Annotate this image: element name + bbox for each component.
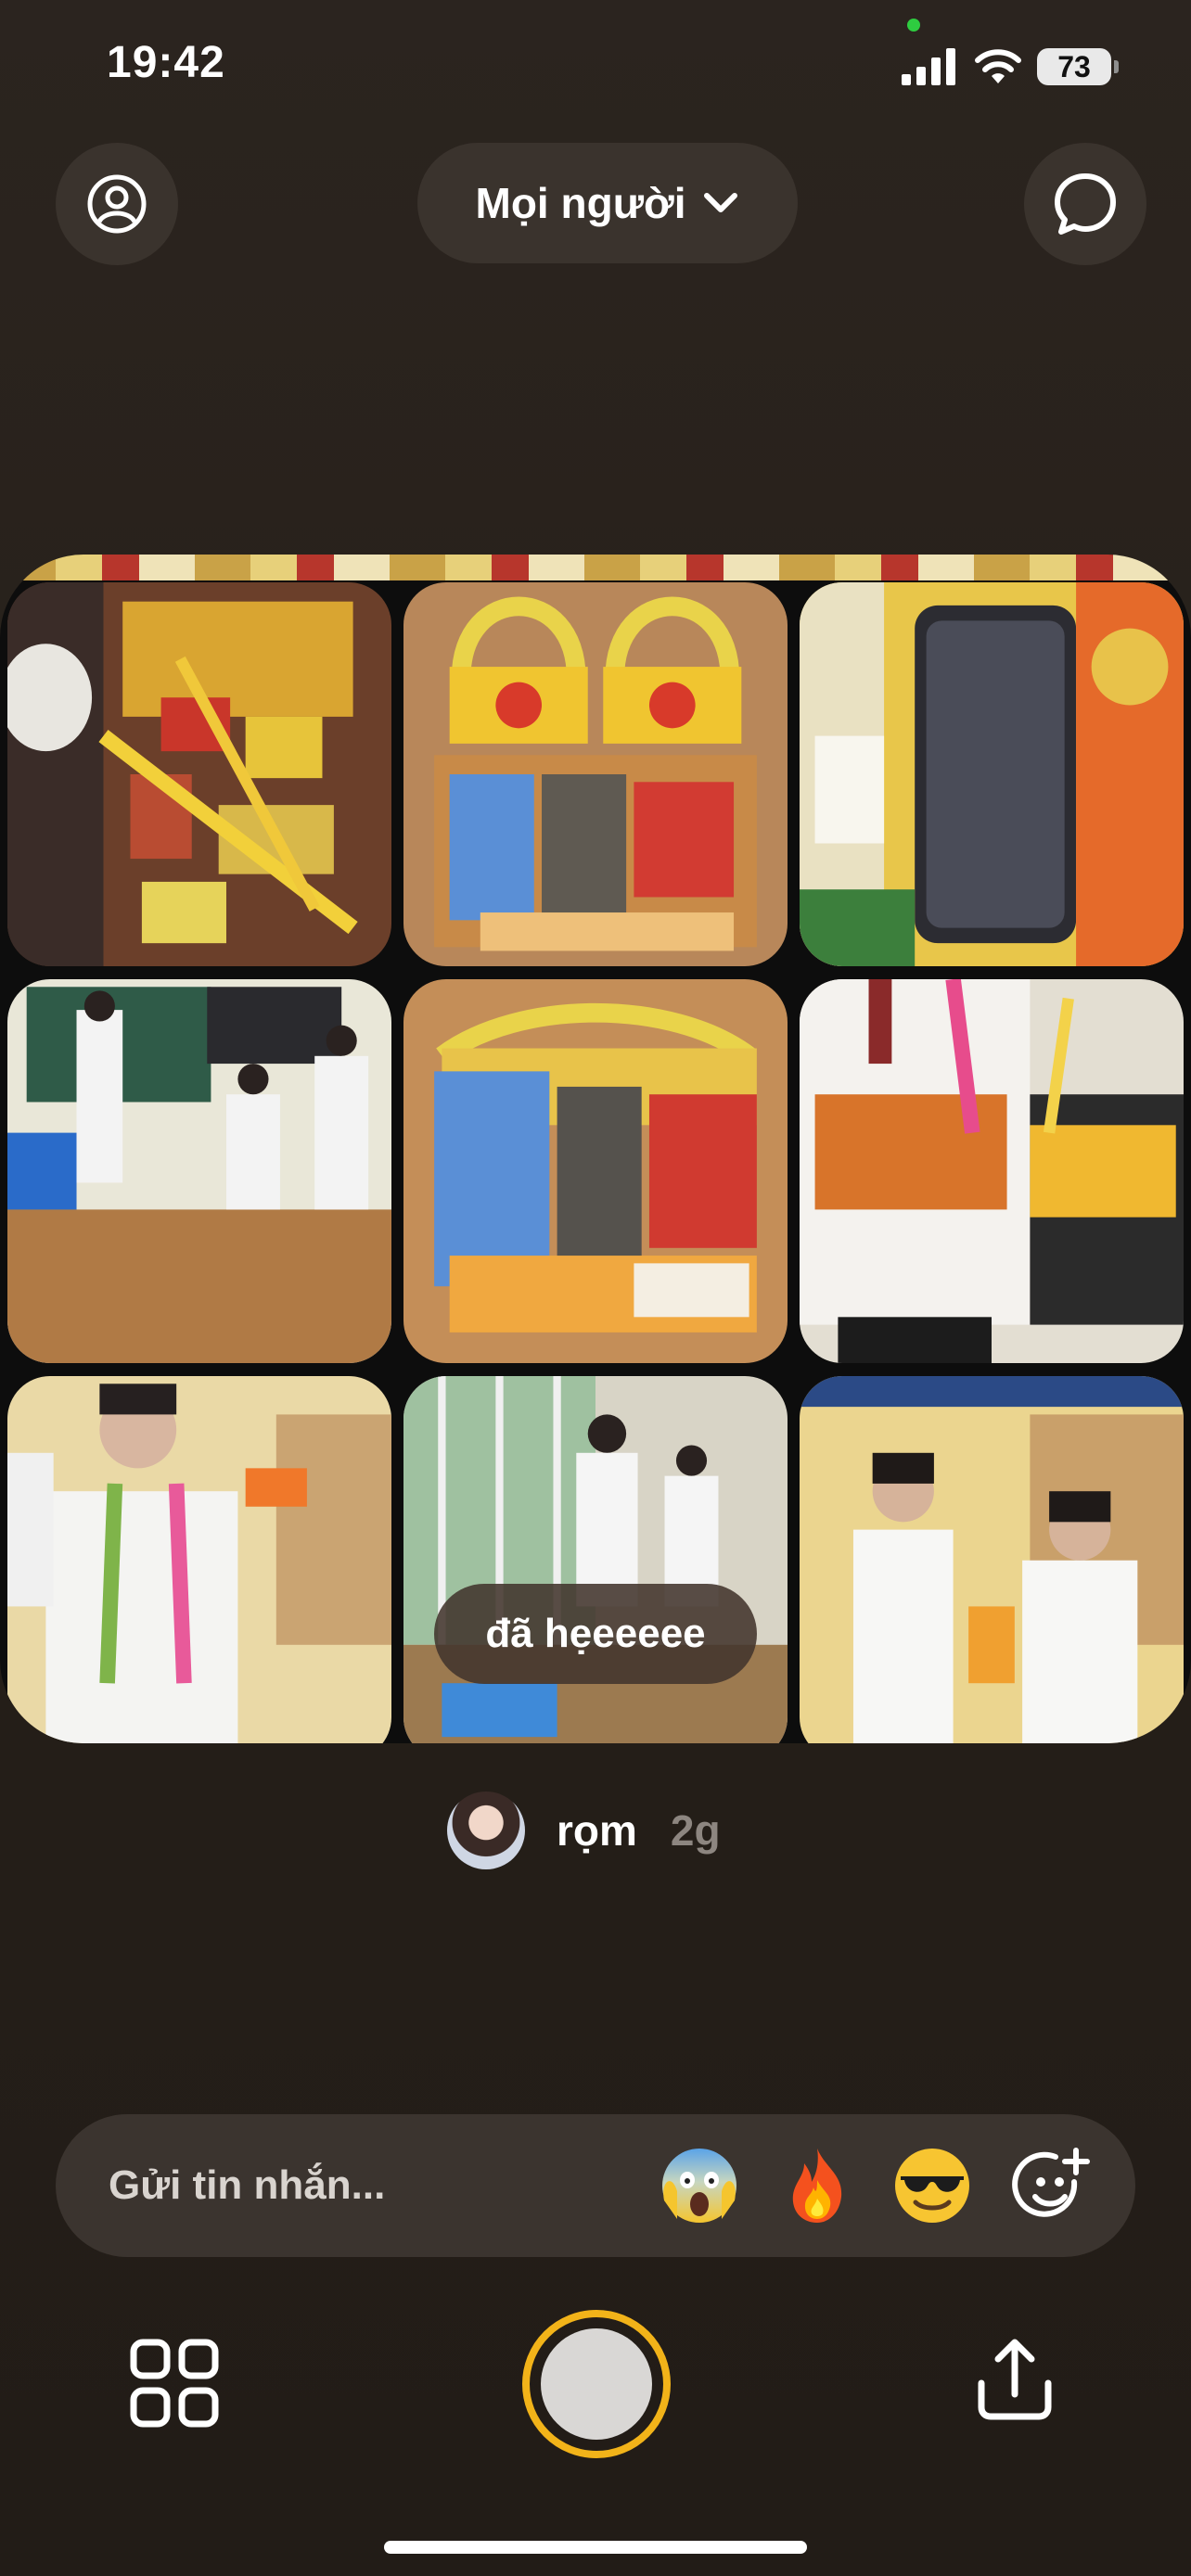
wifi-icon [975,49,1021,83]
post-author[interactable]: rọm 2g [447,1790,721,1871]
photo-classroom-students[interactable] [7,979,391,1363]
scream-emoji-reaction[interactable] [659,2145,740,2226]
fire-emoji-reaction[interactable] [776,2145,858,2226]
app-screen: 19:42 73 Mọi người đã hẹeeeee rọm 2g Gửi… [0,0,1191,2576]
cellular-signal-icon [902,48,955,85]
photo-collage[interactable] [0,555,1191,1743]
grid-icon[interactable] [130,2339,219,2428]
photo-two-girls-posing[interactable] [800,1376,1184,1743]
message-bar [56,2114,1135,2257]
photo-student-wearing-candy[interactable] [800,979,1184,1363]
chat-bubble-icon [1055,173,1116,235]
sunglasses-emoji-reaction[interactable] [891,2145,973,2226]
message-input[interactable] [109,2114,628,2257]
photo-phone-with-candy[interactable] [800,582,1184,966]
profile-icon [87,174,147,234]
photo-candy-bag-chupa[interactable] [403,582,788,966]
battery-indicator: 73 [1037,48,1119,85]
avatar[interactable] [447,1792,525,1869]
post-time-ago: 2g [670,1806,721,1855]
status-bar: 19:42 73 [0,0,1191,139]
home-indicator[interactable] [384,2541,807,2554]
photo-candy-bag-metacare[interactable] [403,979,788,1363]
photo-classroom-window[interactable] [403,1376,788,1743]
share-icon[interactable] [972,2337,1057,2422]
audience-label: Mọi người [475,179,686,227]
profile-button[interactable] [56,143,178,265]
chevron-down-icon [704,193,738,212]
photo-student-smiling-lanyard[interactable] [7,1376,391,1743]
photo-caption: đã hẹeeeee [434,1584,757,1684]
status-time: 19:42 [107,38,225,87]
photo-candy-on-table[interactable] [7,582,391,966]
camera-indicator-dot [907,19,920,32]
chat-button[interactable] [1024,143,1146,265]
audience-selector[interactable]: Mọi người [417,143,798,263]
camera-shutter-button[interactable] [522,2310,671,2458]
photo-strip-partial [0,555,1191,580]
add-reaction-icon[interactable] [1009,2145,1093,2228]
author-name: rọm [557,1806,637,1855]
shutter-inner [541,2328,652,2440]
